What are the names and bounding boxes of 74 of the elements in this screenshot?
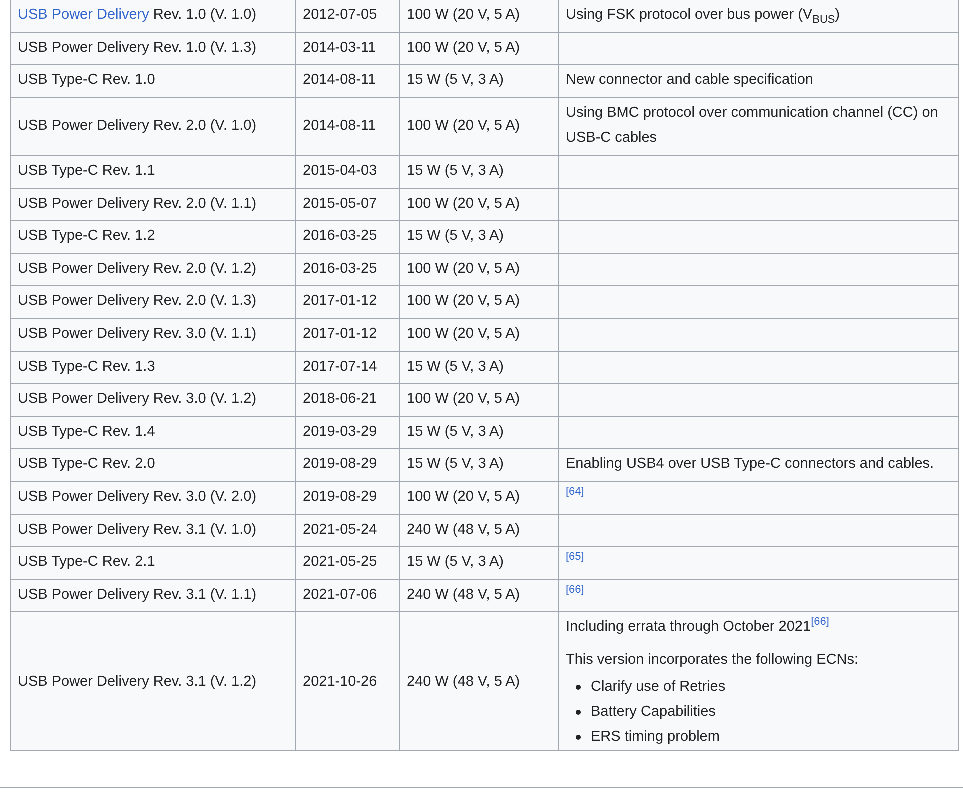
table-cell: USB Type-C Rev. 1.1 [18,162,156,179]
table-cell: 240 W (48 V, 5 A) [407,674,520,690]
table-cell: 2012-07-05 [303,7,378,23]
table-cell: 100 W (20 V, 5 A) [407,40,520,56]
table-cell: 100 W (20 V, 5 A) [407,293,520,310]
table-cell: 2021-10-26 [303,674,378,690]
table-cell: USB Type-C Rev. 1.4 [18,424,156,440]
table-cell: 240 W (48 V, 5 A) [407,522,520,538]
table-cell: 2016-03-25 [303,260,378,277]
table-cell: 100 W (20 V, 5 A) [407,260,520,277]
note-text: Using FSK protocol over bus power (V$_{BUS}$) [566,7,840,23]
table-cell: 15 W (5 V, 3 A) [407,72,504,88]
table-cell: 2019-08-29 [303,488,378,505]
spec-link[interactable]: USB Power Delivery [18,7,150,23]
reference-link[interactable]: [64] [566,486,584,498]
table-cell: 2019-08-29 [303,456,378,472]
table-cell: 15 W (5 V, 3 A) [407,358,504,375]
table-cell: 15 W (5 V, 3 A) [407,162,504,179]
table-cell: 2015-05-07 [303,196,378,212]
table-cell: 2021-07-06 [303,586,378,603]
table-cell: USB Type-C Rev. 1.2 [18,228,156,244]
table-cell: 2017-07-14 [303,358,378,375]
table-cell: USB Power Delivery Rev. 3.0 (V. 2.0) [18,488,257,505]
table-cell: USB Power Delivery Rev. 3.1 (V. 1.1) [18,586,257,603]
note-text: New connector and cable specification [566,72,814,88]
table-cell: USB Power Delivery Rev. 3.0 (V. 1.2) [18,391,257,408]
table-cell: 100 W (20 V, 5 A) [407,391,520,408]
table-cell: 15 W (5 V, 3 A) [407,554,504,570]
table-cell: 100 W (20 V, 5 A) [407,7,520,23]
table-cell: 2015-04-03 [303,162,378,179]
table-cell: 2017-01-12 [303,293,378,310]
table-cell: USB Power Delivery Rev. 3.0 (V. 1.1) [18,326,257,342]
table-cell: 100 W (20 V, 5 A) [407,118,520,134]
table-cell: 100 W (20 V, 5 A) [407,488,520,505]
note-text: This version incorporates the following ECNs: [566,652,859,668]
table-cell: 100 W (20 V, 5 A) [407,326,520,342]
table-cell: USB Power Delivery Rev. 2.0 (V. 1.3) [18,293,257,310]
table-cell: USB Power Delivery Rev. 3.1 (V. 1.2) [18,674,257,690]
bullet-icon [576,685,581,690]
table-cell: 100 W (20 V, 5 A) [407,196,520,212]
table-cell: USB Type-C Rev. 1.0 [18,72,156,88]
list-item: Battery Capabilities [591,703,716,722]
table-cell: USB Power Delivery Rev. 2.0 (V. 1.1) [18,196,257,212]
list-item: Clarify use of Retries [591,678,726,698]
bullet-icon [576,710,581,716]
bullet-icon [576,735,581,740]
note-text: Using BMC protocol over communication channel (CC) on USB-C cables [566,104,938,146]
table-cell: 2014-08-11 [303,118,376,134]
table-cell: USB Power Delivery Rev. 1.0 (V. 1.3) [18,40,257,56]
table-cell: USB Type-C Rev. 1.3 [18,358,156,375]
table-cell: 15 W (5 V, 3 A) [407,228,504,244]
table-cell: USB Power Delivery Rev. 2.0 (V. 1.2) [18,260,257,277]
note-text: Enabling USB4 over USB Type-C connectors and cables. [566,456,934,472]
table-cell: 2018-06-21 [303,391,378,408]
table-cell: 240 W (48 V, 5 A) [407,586,520,603]
list-item: ERS timing problem [591,728,720,748]
table-cell: 2016-03-25 [303,228,378,244]
table-cell: 2021-05-25 [303,554,378,570]
table-cell: USB Type-C Rev. 2.1 [18,554,156,570]
table-cell: USB Power Delivery Rev. 2.0 (V. 1.0) [18,118,257,134]
table-cell: USB Type-C Rev. 2.0 [18,456,156,472]
table-cell: 2021-05-24 [303,522,378,538]
reference-link[interactable]: [66] [811,616,830,628]
note-text: Including errata through October 2021$^{[66]}$ [566,619,830,636]
table-cell: 15 W (5 V, 3 A) [407,456,504,472]
table-cell: 2014-08-11 [303,72,376,88]
table-cell: 2017-01-12 [303,326,378,342]
table-cell: 2019-03-29 [303,424,378,440]
reference-link[interactable]: [66] [566,584,584,596]
table-cell: USB Power Delivery Rev. 3.1 (V. 1.0) [18,522,257,538]
table-cell: 15 W (5 V, 3 A) [407,424,504,440]
reference-link[interactable]: [65] [566,551,584,564]
table-cell: USB Power Delivery Rev. 1.0 (V. 1.0) [18,7,257,23]
table-cell: 2014-03-11 [303,40,376,56]
